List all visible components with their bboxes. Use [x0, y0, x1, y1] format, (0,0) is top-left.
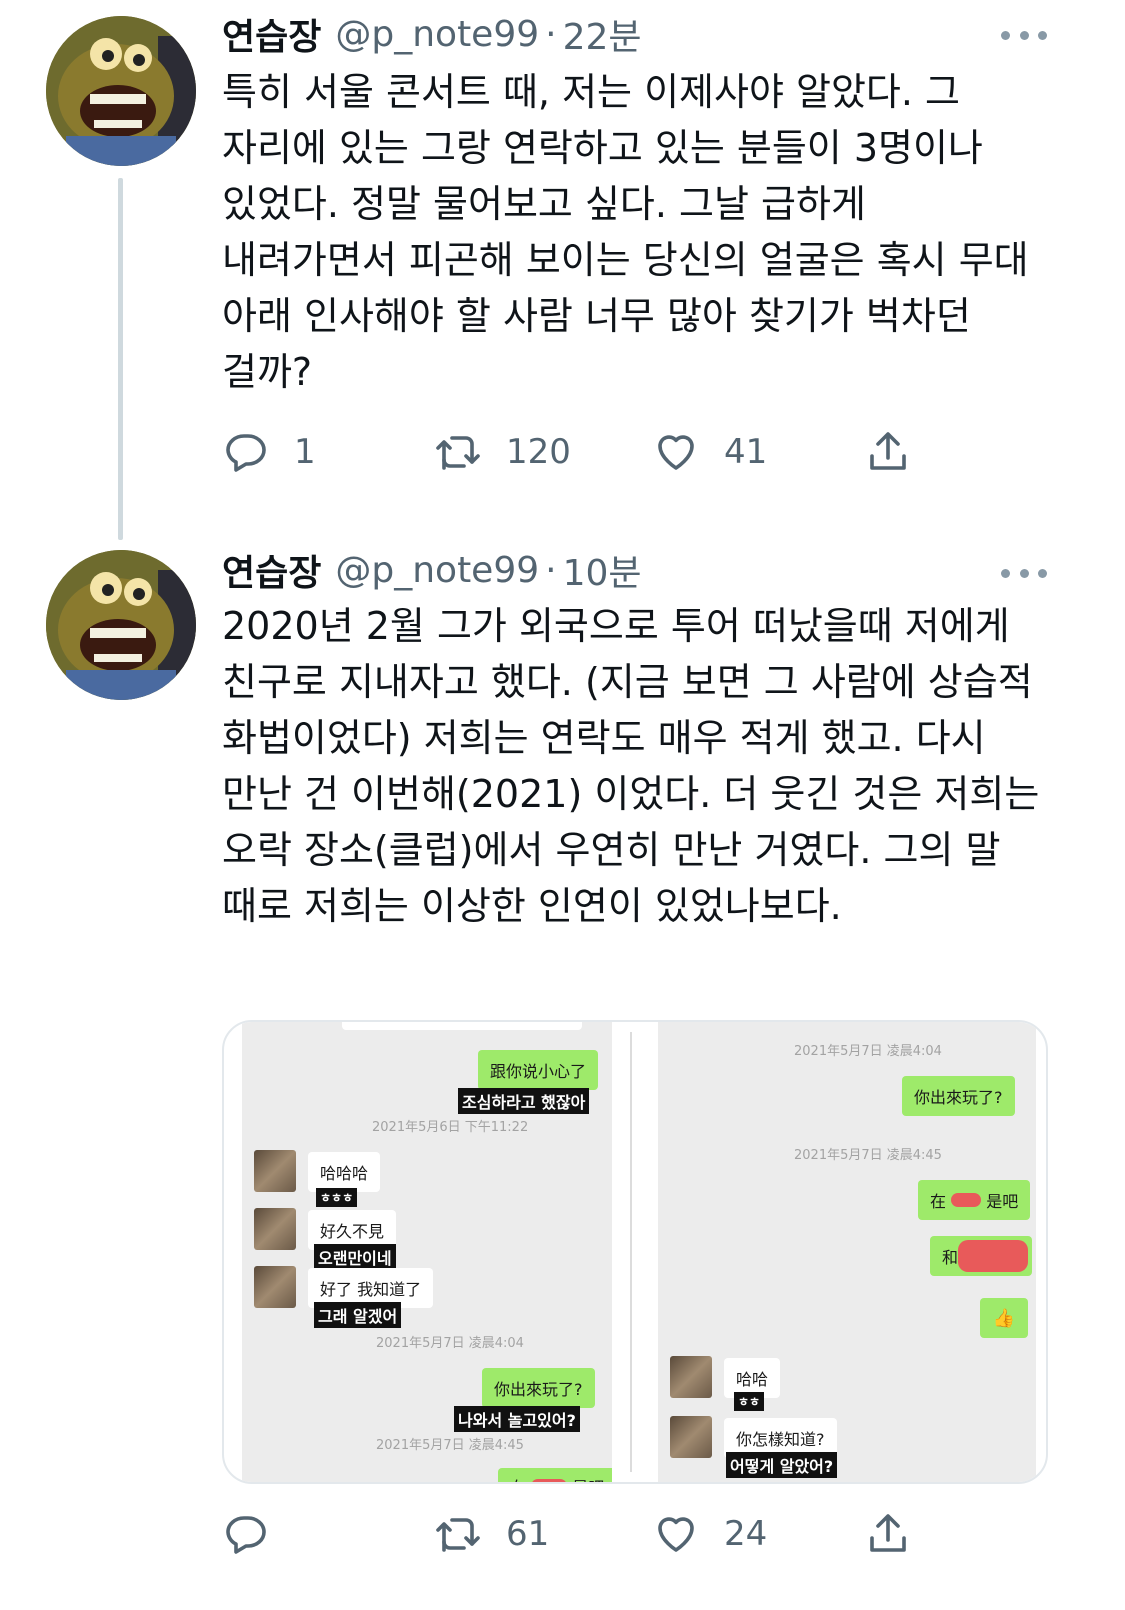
subtitle: 어떻게 알았어? [726, 1452, 838, 1478]
like-count: 41 [724, 432, 768, 472]
tweet[interactable]: 연습장 @p_note99 · 22분 특히 서울 콘서트 때, 저는 이제사야… [0, 0, 1125, 540]
subtitle: 나와서 놀고있어? [454, 1406, 580, 1432]
retweet-count: 120 [506, 432, 571, 472]
like-count: 24 [724, 1514, 768, 1554]
like-button[interactable]: 41 [652, 422, 767, 482]
tweet[interactable]: 연습장 @p_note99 · 10분 2020년 2월 그가 외국으로 투어 … [0, 540, 1125, 1610]
retweet-button[interactable]: 61 [434, 1504, 549, 1564]
user-handle[interactable]: @p_note99 [335, 550, 539, 591]
share-button[interactable] [864, 422, 912, 482]
reply-count: 1 [294, 432, 316, 472]
subtitle: ㅎㅎ [734, 1392, 765, 1411]
subtitle: 조심하라고 했잖아 [458, 1088, 590, 1114]
chat-avatar [670, 1416, 712, 1458]
chat-timestamp: 2021年5月7日 凌晨4:04 [794, 1044, 942, 1059]
retweet-count: 61 [506, 1514, 550, 1554]
separator-dot: · [545, 13, 557, 55]
chat-bubble: 哈哈哈 [308, 1152, 381, 1192]
heart-icon [658, 435, 694, 470]
timestamp[interactable]: 22분 [563, 8, 642, 60]
reply-icon [226, 1516, 266, 1554]
chat-screenshot-right: 2021年5月7日 凌晨4:04 你出來玩了? 2021年5月7日 凌晨4:45… [658, 1022, 1036, 1482]
avatar[interactable] [46, 16, 196, 166]
display-name[interactable]: 연습장 [222, 8, 321, 60]
more-icon[interactable] [1001, 558, 1047, 588]
chat-bubble: 跟你说小心了 [478, 1050, 599, 1090]
attached-image[interactable]: 跟你说小心了 조심하라고 했잖아 2021年5月6日 下午11:22 哈哈哈 ㅎ… [222, 1020, 1048, 1484]
tweet-text: 특히 서울 콘서트 때, 저는 이제사야 알았다. 그 자리에 있는 그랑 연락… [222, 70, 1029, 394]
reply-button[interactable]: 1 [222, 422, 316, 482]
separator-dot: · [545, 549, 557, 591]
reply-button[interactable] [222, 1504, 294, 1564]
retweet-icon [436, 1518, 480, 1552]
avatar[interactable] [46, 550, 196, 700]
tweet-header: 연습장 @p_note99 · 22분 [222, 6, 642, 62]
tweet-text: 2020년 2월 그가 외국으로 투어 떠났을때 저에게 친구로 지내자고 했다… [222, 604, 1040, 928]
subtitle: ㅎㅎㅎ [316, 1188, 358, 1207]
chat-bubble: 在 是吧 [918, 1180, 1031, 1220]
heart-icon [658, 1517, 694, 1552]
retweet-icon [436, 436, 480, 470]
chat-avatar [670, 1356, 712, 1398]
chat-timestamp: 2021年5月6日 下午11:22 [372, 1120, 529, 1135]
tweet-actions: 61 24 [222, 1504, 922, 1564]
reply-icon [226, 434, 266, 472]
chat-screenshot-left: 跟你说小心了 조심하라고 했잖아 2021年5月6日 下午11:22 哈哈哈 ㅎ… [242, 1022, 612, 1482]
chat-timestamp: 2021年5月7日 凌晨4:04 [376, 1336, 524, 1351]
subtitle: 그래 알겠어 [314, 1302, 402, 1328]
share-icon [870, 1514, 906, 1552]
chat-bubble: 你出來玩了? [902, 1076, 1015, 1116]
share-icon [870, 432, 906, 470]
chat-timestamp: 2021年5月7日 凌晨4:45 [376, 1438, 524, 1453]
timestamp[interactable]: 10분 [563, 544, 642, 596]
more-icon[interactable] [1001, 20, 1047, 50]
thumbs-up-sticker: 👍 [980, 1298, 1028, 1338]
retweet-button[interactable]: 120 [434, 422, 571, 482]
subtitle: 오랜만이네 [314, 1244, 396, 1270]
chat-avatar [254, 1266, 296, 1308]
user-handle[interactable]: @p_note99 [335, 14, 539, 55]
chat-timestamp: 2021年5月7日 凌晨4:45 [794, 1148, 942, 1163]
display-name[interactable]: 연습장 [222, 544, 321, 596]
chat-bubble: 在 是吧 [498, 1468, 612, 1482]
chat-avatar [254, 1208, 296, 1250]
redaction-mark [958, 1240, 1028, 1272]
image-divider [612, 1022, 658, 1482]
tweet-actions: 1 120 41 [222, 422, 922, 482]
tweet-header: 연습장 @p_note99 · 10분 [222, 542, 642, 598]
cropped-bubble [342, 1022, 582, 1030]
chat-avatar [254, 1150, 296, 1192]
share-button[interactable] [864, 1504, 912, 1564]
chat-bubble: 你出來玩了? [482, 1368, 595, 1408]
like-button[interactable]: 24 [652, 1504, 767, 1564]
